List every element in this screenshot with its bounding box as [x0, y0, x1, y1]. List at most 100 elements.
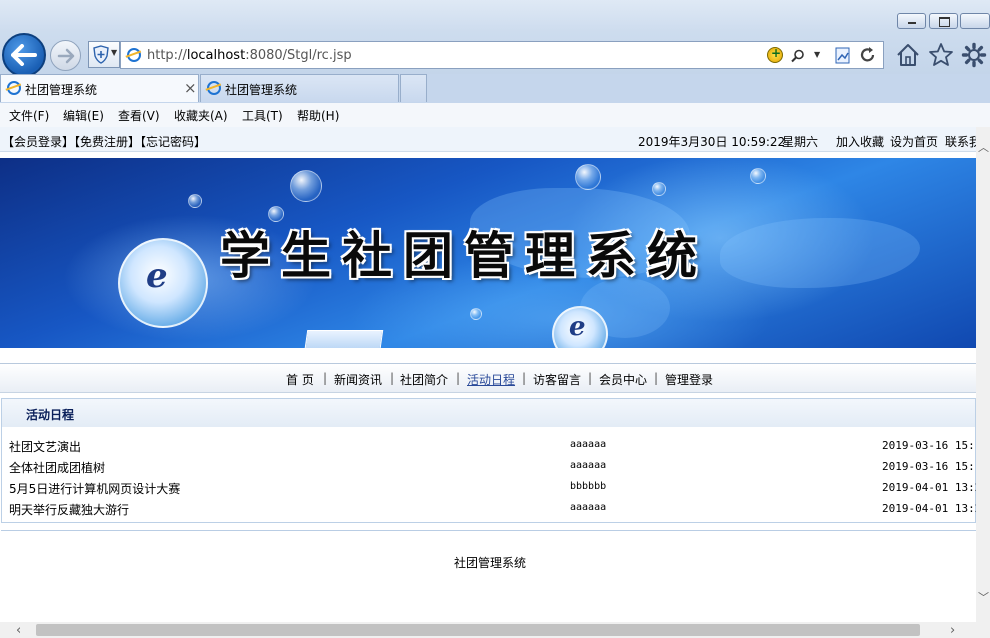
activity-panel-header: 活动日程 — [2, 399, 975, 427]
horizontal-scroll-thumb[interactable] — [36, 624, 920, 636]
scroll-down-icon[interactable]: ﹀ — [978, 589, 989, 605]
activity-date: 2019-04-01 13:24 — [882, 481, 976, 494]
activity-panel-title: 活动日程 — [26, 408, 75, 422]
ie-tab-icon — [7, 81, 21, 95]
nav-news[interactable]: 新闻资讯 — [334, 371, 382, 388]
tab-inactive[interactable]: 社团管理系统 — [200, 74, 399, 102]
top-info-strip: 【会员登录】【免费注册】【忘记密码】 2019年3月30日 10:59:22 星… — [0, 127, 976, 152]
ie-page-icon — [127, 48, 141, 62]
nav-home[interactable]: 首 页 — [286, 371, 314, 388]
minimize-icon — [908, 22, 916, 24]
menu-help[interactable]: 帮助(H) — [297, 107, 339, 124]
nav-separator: | — [323, 371, 328, 385]
close-window-button[interactable] — [960, 13, 990, 29]
set-homepage-link[interactable]: 设为首页 — [890, 133, 938, 150]
bubble-decoration — [750, 168, 766, 184]
table-row[interactable]: 社团文艺演出 aaaaaa 2019-03-16 15:11 — [2, 435, 976, 456]
nav-separator: | — [654, 371, 659, 385]
banner-title: 学生社团管理系统 — [220, 226, 708, 285]
home-icon[interactable] — [895, 42, 921, 68]
horizontal-scrollbar[interactable]: ‹ › — [0, 622, 990, 638]
member-links[interactable]: 【会员登录】【免费注册】【忘记密码】 — [2, 133, 206, 150]
scroll-left-icon[interactable]: ‹ — [16, 623, 21, 638]
activity-title-link[interactable]: 明天举行反藏独大游行 — [9, 501, 129, 518]
menu-favorites[interactable]: 收藏夹(A) — [174, 107, 228, 124]
site-footer: 社团管理系统 — [453, 556, 526, 570]
compat-view-icon[interactable]: + — [767, 46, 783, 63]
search-icon[interactable] — [791, 49, 805, 63]
tab-strip: 社团管理系统 × 社团管理系统 — [0, 74, 990, 104]
compat-shield-button[interactable]: ▼ — [88, 41, 120, 68]
current-weekday: 星期六 — [782, 135, 819, 149]
nav-admin-login[interactable]: 管理登录 — [665, 371, 713, 388]
nav-about[interactable]: 社团简介 — [400, 371, 448, 388]
nav-separator: | — [390, 371, 395, 385]
activity-title-link[interactable]: 5月5日进行计算机网页设计大赛 — [9, 480, 180, 497]
map-continent-shape — [720, 218, 920, 288]
rss-page-icon[interactable] — [835, 47, 851, 64]
table-row[interactable]: 5月5日进行计算机网页设计大赛 bbbbbb 2019-04-01 13:24 — [2, 477, 976, 498]
tab-close-icon[interactable]: × — [184, 79, 197, 97]
menu-tools[interactable]: 工具(T) — [242, 107, 283, 124]
forward-arrow-icon — [57, 48, 75, 64]
restore-button[interactable] — [929, 13, 958, 29]
address-bar[interactable]: http://localhost:8080/Stgl/rc.jsp + ▼ — [120, 41, 884, 69]
back-arrow-icon — [11, 44, 37, 66]
shield-icon — [93, 45, 109, 64]
activity-date: 2019-03-16 15:11 — [882, 439, 976, 452]
chevron-down-icon: ▼ — [111, 48, 118, 57]
nav-activities[interactable]: 活动日程 — [467, 371, 515, 388]
back-button[interactable] — [2, 33, 46, 77]
table-row[interactable]: 全体社团成团植树 aaaaaa 2019-03-16 15:10 — [2, 456, 976, 477]
activity-author: aaaaaa — [570, 439, 607, 450]
url-text: http://localhost:8080/Stgl/rc.jsp — [147, 48, 352, 63]
scroll-up-icon[interactable]: ︿ — [978, 139, 989, 155]
menu-view[interactable]: 查看(V) — [118, 107, 160, 124]
nav-member-center[interactable]: 会员中心 — [599, 371, 647, 388]
contact-link[interactable]: 联系我 — [945, 133, 976, 150]
ie-globe-logo: e — [118, 238, 208, 328]
activity-author: aaaaaa — [570, 460, 607, 471]
restore-icon — [939, 17, 950, 27]
favorites-star-icon[interactable] — [928, 42, 954, 68]
footer-divider — [1, 530, 976, 531]
window-titlebar — [0, 0, 990, 32]
activity-author: aaaaaa — [570, 502, 607, 513]
forward-button[interactable] — [50, 40, 81, 71]
new-tab-button[interactable] — [400, 74, 427, 102]
activity-panel: 活动日程 社团文艺演出 aaaaaa 2019-03-16 15:11 全体社团… — [1, 398, 976, 523]
bubble-decoration — [470, 308, 482, 320]
activity-title-link[interactable]: 社团文艺演出 — [9, 438, 81, 455]
activity-date: 2019-04-01 13:24 — [882, 502, 976, 515]
gear-icon[interactable] — [961, 42, 987, 68]
activity-date: 2019-03-16 15:10 — [882, 460, 976, 473]
bubble-decoration — [575, 164, 601, 190]
main-nav: 首 页 | 新闻资讯 | 社团简介 | 活动日程 | 访客留言 | 会员中心 |… — [0, 363, 976, 393]
activity-author: bbbbbb — [570, 481, 607, 492]
activity-title-link[interactable]: 全体社团成团植树 — [9, 459, 105, 476]
bubble-decoration — [652, 182, 666, 196]
tab-active[interactable]: 社团管理系统 × — [0, 74, 199, 102]
vertical-scrollbar[interactable]: ︿ ﹀ — [976, 127, 990, 622]
tab-label: 社团管理系统 — [25, 83, 98, 97]
minimize-button[interactable] — [897, 13, 926, 29]
menu-edit[interactable]: 编辑(E) — [63, 107, 104, 124]
chevron-down-icon[interactable]: ▼ — [814, 50, 820, 59]
add-favorite-link[interactable]: 加入收藏 — [836, 133, 884, 150]
table-row[interactable]: 明天举行反藏独大游行 aaaaaa 2019-04-01 13:24 — [2, 498, 976, 519]
tab-label: 社团管理系统 — [225, 83, 298, 97]
nav-separator: | — [588, 371, 593, 385]
web-page: 【会员登录】【免费注册】【忘记密码】 2019年3月30日 10:59:22 星… — [0, 127, 976, 622]
nav-guestbook[interactable]: 访客留言 — [533, 371, 581, 388]
refresh-icon[interactable] — [859, 46, 877, 64]
menu-bar: 文件(F) 编辑(E) 查看(V) 收藏夹(A) 工具(T) 帮助(H) — [0, 103, 990, 128]
bubble-decoration — [188, 194, 202, 208]
scroll-right-icon[interactable]: › — [950, 623, 955, 638]
menu-file[interactable]: 文件(F) — [9, 107, 49, 124]
bubble-decoration — [290, 170, 322, 202]
nav-separator: | — [456, 371, 461, 385]
laptop-decoration — [302, 330, 384, 348]
nav-separator: | — [522, 371, 527, 385]
current-datetime: 2019年3月30日 10:59:22 — [638, 135, 786, 149]
site-banner: e e 学生社团管理系统 — [0, 158, 976, 348]
